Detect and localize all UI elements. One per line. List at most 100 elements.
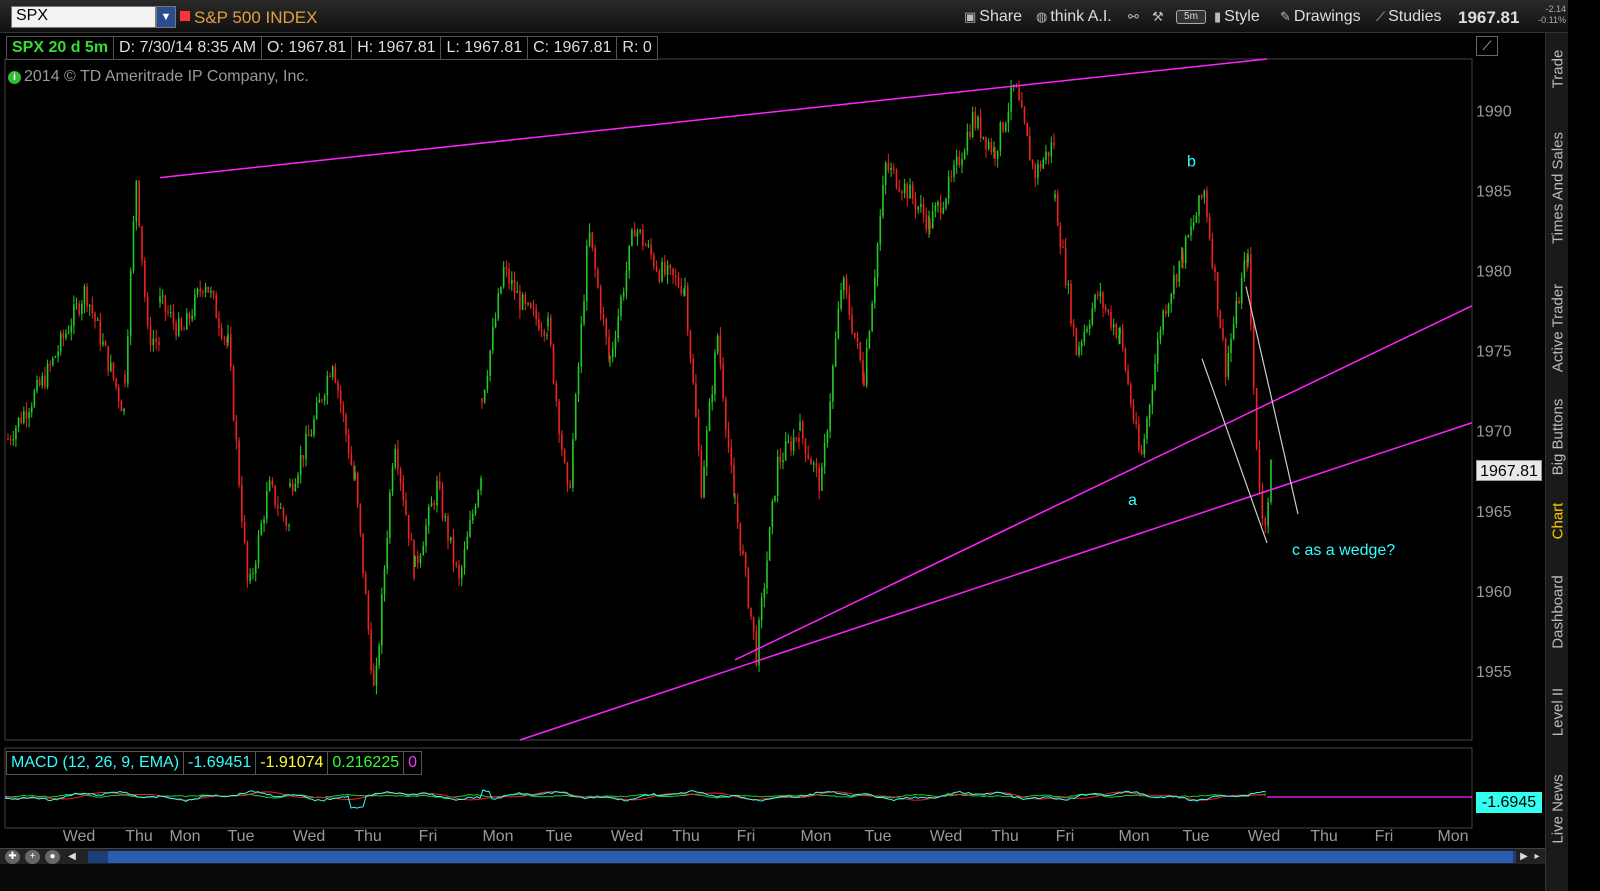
candle-body [782,460,784,463]
x-tick-label: Fri [737,828,756,845]
close-label: C: 1967.81 [528,36,618,60]
candle-body [931,211,934,229]
candle-body [1162,310,1164,330]
interval-badge[interactable]: 5m [1176,10,1206,24]
think-ai-button[interactable]: ◍ think A.I. [1036,6,1112,28]
candle-body [642,229,644,246]
candle-body [622,292,625,297]
candle-body [677,277,680,287]
scroll-left-button[interactable]: ◀ [66,850,78,864]
candle-body [611,348,614,358]
symbol-input[interactable]: SPX [11,6,156,28]
candle-body [856,337,859,343]
candle-body [892,167,895,170]
bottom-scroll-bar: ✚ + ● ◀ ▶ ▸ [0,848,1545,864]
candle-body [750,607,752,617]
candle-body [922,204,925,215]
candle-body [868,331,871,349]
candle-body [535,308,537,320]
candle-body [194,294,196,316]
candle-body [28,412,30,419]
candle-body [305,433,307,460]
candle-body [1059,226,1062,248]
candle-body [268,480,271,491]
studies-icon: ⟋ [1376,9,1386,24]
candle-body [1054,194,1056,199]
side-tab-active-trader[interactable]: Active Trader [1546,273,1569,383]
side-tab-chart[interactable]: Chart [1546,491,1569,551]
side-tab-live-news[interactable]: Live News [1546,755,1569,863]
side-tab-level-ii[interactable]: Level II [1546,673,1569,751]
candle-body [1208,217,1211,239]
candle-body [876,244,879,278]
y-tick-label: 1960 [1476,584,1512,601]
side-tab-bar: Trade Times And Sales Active Trader Big But… [1545,33,1568,891]
candle-body [742,550,744,554]
candle-body [1222,328,1224,339]
zoom-fit-button[interactable]: ✚ [5,850,20,864]
candle-body [758,620,760,666]
candle-body [175,323,177,336]
candle-style-icon: ▮ [1214,9,1222,24]
setup-button[interactable]: ⚒ [1152,6,1167,28]
candle-body [407,514,410,539]
candle-body [884,162,887,186]
studies-button[interactable]: ⟋ Studies [1376,6,1441,28]
candle-body [129,270,132,337]
zoom-out-button[interactable]: ● [45,850,60,864]
candle-body [999,122,1002,151]
style-button[interactable]: ▮ Style [1214,6,1260,28]
candle-body [1243,260,1246,279]
chart-id-label[interactable]: SPX 20 d 5m [6,36,115,60]
candle-body [1211,238,1214,268]
candle-body [41,375,44,386]
candle-body [1143,439,1146,455]
price-chart[interactable]: 1955 1960 1965 1970 1975 1980 1985 1990 Wed Thu M… [0,33,1545,848]
scroll-right-button[interactable]: ▶ [1518,850,1530,864]
symbol-dropdown-button[interactable]: ▼ [156,6,176,28]
candle-body [636,231,639,237]
info-icon[interactable]: i [8,71,21,84]
scroll-thumb[interactable] [108,851,1513,863]
candle-body [441,488,444,519]
zoom-in-button[interactable]: + [25,850,40,864]
share-button[interactable]: ▣ Share [964,6,1022,28]
candle-body [689,330,692,359]
scroll-end-button[interactable]: ▸ [1531,850,1543,864]
side-tab-dashboard[interactable]: Dashboard [1546,557,1569,667]
date-label: D: 7/30/14 8:35 AM [114,36,263,60]
candle-body [159,296,161,303]
crosshair-icon: ✚ [8,851,17,862]
candle-body [692,358,694,384]
candle-body [310,435,313,437]
candle-body [241,484,243,522]
candle-body [96,319,99,321]
candle-body [257,535,260,564]
y-tick-label: 1980 [1476,264,1512,281]
candle-body [801,421,804,439]
candle-body [763,588,766,598]
candle-body [658,270,661,282]
side-tab-trade[interactable]: Trade [1546,35,1569,103]
candle-body [138,180,140,227]
candle-body [52,357,54,365]
candle-body [1178,260,1181,282]
candle-body [1124,348,1127,370]
candle-body [452,536,455,564]
candle-body [895,169,898,188]
side-tab-big-buttons[interactable]: Big Buttons [1546,388,1569,486]
candle-body [1037,163,1039,179]
chart-mode-icon[interactable]: ⟋ [1476,36,1498,56]
macd-label[interactable]: MACD (12, 26, 9, EMA) [6,751,185,775]
candle-body [62,333,65,339]
candle-body [30,406,33,413]
candle-body [1192,222,1195,227]
side-tab-times-and-sales[interactable]: Times And Sales [1546,108,1569,268]
candle-body [70,325,73,333]
x-tick-label: Wed [930,828,963,845]
drawings-button[interactable]: ✎ Drawings [1280,6,1361,28]
sync-button[interactable]: ⚯ [1128,6,1142,28]
candle-body [925,214,928,230]
candle-body [966,131,969,152]
candle-body [963,151,966,160]
